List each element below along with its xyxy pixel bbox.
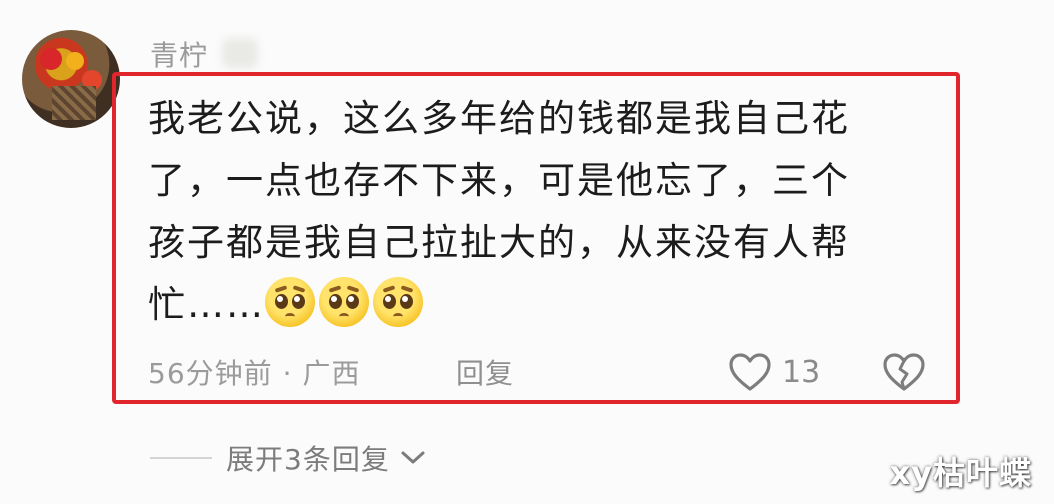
chevron-down-icon [401, 451, 425, 464]
comment-line: 孩子都是我自己拉扯大的，从来没有人帮 [148, 221, 850, 264]
avatar[interactable] [22, 30, 120, 128]
expand-divider [150, 457, 212, 459]
expand-replies-label: 展开3条回复 [226, 443, 390, 476]
comment-line: 我老公说，这么多年给的钱都是我自己花 [148, 97, 850, 140]
comment-line: 忙…… [148, 283, 265, 326]
location: 广西 [302, 357, 361, 390]
avatar-flower-yellow [66, 52, 84, 70]
expand-replies-button[interactable]: 展开3条回复 [150, 438, 428, 478]
pleading-face-emoji [319, 277, 369, 327]
comment-line-last: 忙…… [148, 274, 908, 336]
broken-heart-icon [883, 353, 925, 391]
pleading-face-emoji [265, 277, 315, 327]
timestamp: 56分钟前 [148, 357, 273, 390]
watermark: xy枯叶蝶 [889, 454, 1032, 492]
like-button[interactable]: 13 [728, 350, 820, 394]
username-blur [222, 38, 258, 68]
comment-text: 我老公说，这么多年给的钱都是我自己花 了，一点也存不下来，可是他忘了，三个 孩子… [148, 88, 908, 336]
emoji-group [265, 277, 427, 327]
reply-button[interactable]: 回复 [456, 352, 514, 392]
comment-line: 了，一点也存不下来，可是他忘了，三个 [148, 159, 850, 202]
meta-separator: · [282, 357, 293, 390]
comment-meta: 56分钟前 · 广西 [148, 352, 361, 392]
comment-card: 青柠 我老公说，这么多年给的钱都是我自己花 了，一点也存不下来，可是他忘了，三个… [0, 0, 1054, 504]
username[interactable]: 青柠 [150, 34, 208, 74]
like-count: 13 [782, 354, 821, 390]
pleading-face-emoji [373, 277, 423, 327]
avatar-basket [52, 86, 96, 120]
dislike-button[interactable] [882, 352, 926, 396]
avatar-flower-red [40, 48, 62, 70]
heart-icon [729, 353, 771, 391]
